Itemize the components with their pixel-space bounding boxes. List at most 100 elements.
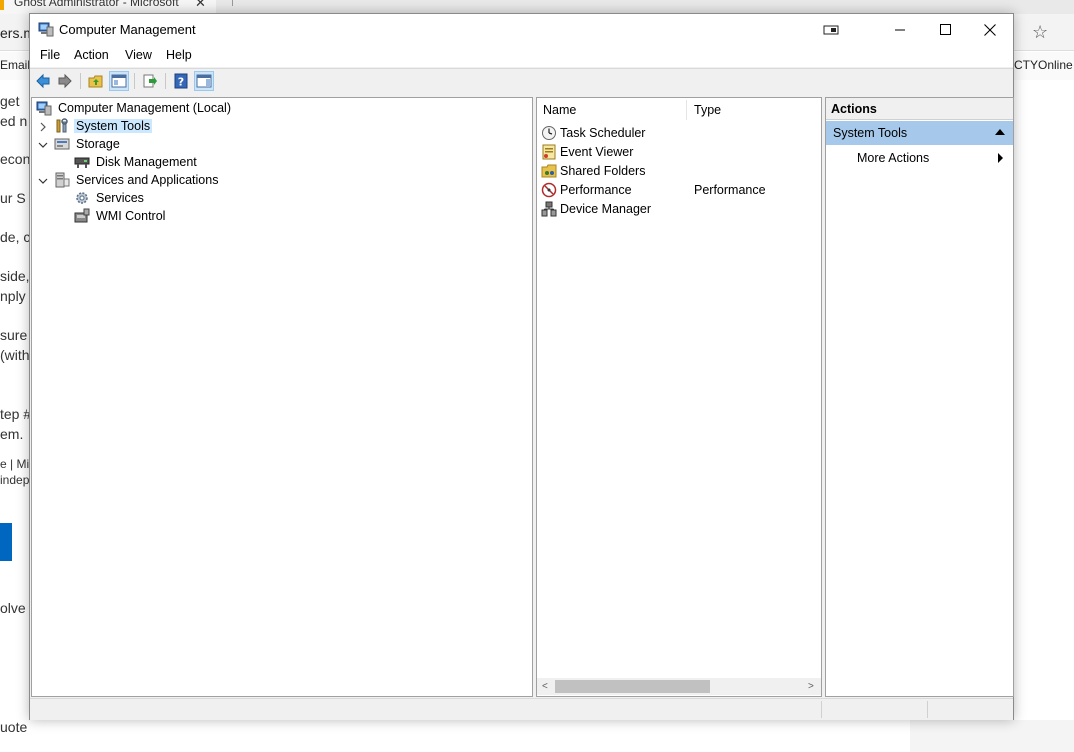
- background-panel: [910, 720, 1074, 752]
- tree-item-disk-management[interactable]: Disk Management: [74, 153, 199, 171]
- clock-icon: [542, 125, 556, 140]
- article-text: econ: [0, 151, 31, 167]
- bookmark-email[interactable]: Email: [0, 58, 30, 72]
- article-text: nply: [0, 288, 26, 304]
- svg-text:?: ?: [178, 76, 184, 89]
- more-actions-label: More Actions: [857, 151, 930, 165]
- list-item-event-viewer[interactable]: Event Viewer: [541, 142, 817, 161]
- tree-item-root[interactable]: Computer Management (Local): [36, 99, 233, 117]
- performance-icon: [541, 182, 557, 197]
- favorite-star-icon[interactable]: ☆: [1032, 22, 1048, 43]
- close-icon: [984, 23, 996, 36]
- tree-item-system-tools[interactable]: System Tools: [54, 117, 153, 135]
- close-button[interactable]: [967, 14, 1013, 45]
- maximize-icon: [939, 24, 951, 35]
- tree-item-label: System Tools: [74, 119, 153, 133]
- disk-icon: [74, 157, 90, 168]
- list-item-shared-folders[interactable]: Shared Folders: [541, 161, 817, 180]
- menu-help[interactable]: Help: [166, 48, 192, 62]
- folder-up-icon: [88, 75, 103, 88]
- window-title: Computer Management: [59, 22, 196, 37]
- toolbar-separator: [80, 73, 81, 89]
- console-tree-icon: [111, 74, 127, 88]
- horizontal-scrollbar[interactable]: < >: [537, 678, 821, 695]
- show-hide-action-pane-button[interactable]: [194, 71, 214, 91]
- article-text: tep #: [0, 406, 32, 422]
- computer-management-icon: [36, 101, 52, 116]
- browser-tab-title: Ghost Administrator - Microsoft: [14, 0, 179, 9]
- list-item-task-scheduler[interactable]: Task Scheduler: [541, 123, 817, 142]
- actions-title: Actions: [831, 102, 877, 116]
- forward-button[interactable]: [55, 71, 75, 91]
- pin-window-button[interactable]: [808, 14, 854, 45]
- list-item-device-manager[interactable]: Device Manager: [541, 199, 817, 218]
- chevron-down-icon[interactable]: [38, 176, 48, 186]
- article-text: (with: [0, 347, 30, 363]
- help-button[interactable]: ?: [171, 71, 191, 91]
- status-divider: [927, 701, 928, 718]
- column-type-header[interactable]: Type: [694, 103, 721, 117]
- column-name-header[interactable]: Name: [543, 103, 576, 117]
- more-actions-item[interactable]: More Actions: [826, 147, 1013, 169]
- show-hide-console-tree-button[interactable]: [109, 71, 129, 91]
- collapse-up-icon[interactable]: [995, 129, 1005, 135]
- wmi-control-icon: [74, 208, 90, 223]
- article-text: ed n: [0, 113, 28, 129]
- chevron-right-icon[interactable]: [38, 122, 48, 132]
- tree-item-services[interactable]: Services: [74, 189, 146, 207]
- export-list-button[interactable]: [140, 71, 160, 91]
- submenu-arrow-icon: [998, 153, 1003, 163]
- actions-section-system-tools[interactable]: System Tools: [826, 121, 1013, 145]
- list-item-name: Device Manager: [560, 201, 652, 216]
- list-item-name: Performance: [560, 182, 632, 197]
- up-one-level-button[interactable]: [86, 71, 106, 91]
- scrollbar-thumb[interactable]: [555, 680, 710, 693]
- status-divider: [821, 701, 822, 718]
- services-applications-icon: [55, 172, 70, 188]
- maximize-button[interactable]: [922, 14, 968, 45]
- storage-icon: [54, 138, 70, 150]
- list-item-name: Event Viewer: [560, 144, 634, 159]
- menu-file[interactable]: File: [40, 48, 60, 62]
- tree-item-label: Services and Applications: [76, 173, 219, 187]
- tree-item-services-and-applications[interactable]: Services and Applications: [54, 171, 220, 189]
- console-tree-pane[interactable]: Computer Management (Local) System Tools…: [31, 97, 533, 697]
- scroll-left-icon[interactable]: <: [542, 681, 548, 692]
- menu-view[interactable]: View: [125, 48, 152, 62]
- chevron-down-icon[interactable]: [38, 140, 48, 150]
- tree-item-label: Computer Management (Local): [58, 101, 231, 115]
- list-item-performance[interactable]: Performance Performance: [541, 180, 817, 199]
- browser-tab[interactable]: Ghost Administrator - Microsoft ✕: [0, 0, 216, 14]
- minimize-icon: [895, 29, 905, 30]
- tree-item-wmi-control[interactable]: WMI Control: [74, 207, 167, 225]
- device-manager-icon: [541, 201, 557, 216]
- scroll-right-icon[interactable]: >: [808, 681, 814, 692]
- tree-item-label: Disk Management: [96, 155, 197, 169]
- bookmark-ctyonline[interactable]: CTYOnline: [1014, 58, 1073, 72]
- list-item-name: Task Scheduler: [560, 125, 646, 140]
- tree-item-storage[interactable]: Storage: [54, 135, 122, 153]
- menu-action[interactable]: Action: [74, 48, 109, 62]
- column-divider[interactable]: [686, 100, 687, 120]
- minimize-button[interactable]: [877, 14, 923, 45]
- article-blue-button[interactable]: [0, 523, 12, 561]
- list-item-type: Performance: [694, 182, 766, 197]
- system-tools-icon: [56, 118, 68, 133]
- forward-arrow-icon: [58, 73, 72, 89]
- pin-icon: [823, 25, 839, 34]
- tree-item-label: Storage: [76, 137, 120, 151]
- tab-divider: [232, 0, 233, 6]
- close-tab-icon[interactable]: ✕: [195, 0, 206, 11]
- tab-favicon: [0, 0, 4, 10]
- computer-management-window: Computer Management File Action View Hel…: [29, 13, 1014, 720]
- results-pane[interactable]: Name Type Task Scheduler Event Viewer Sh…: [536, 97, 822, 697]
- article-text: sure: [0, 327, 28, 343]
- title-bar[interactable]: Computer Management: [30, 14, 1013, 45]
- article-text: indep: [0, 473, 30, 487]
- event-log-icon: [542, 144, 556, 159]
- article-text: olve: [0, 600, 26, 616]
- back-arrow-icon: [36, 73, 50, 89]
- export-list-icon: [143, 74, 157, 88]
- action-pane-icon: [196, 74, 212, 88]
- back-button[interactable]: [33, 71, 53, 91]
